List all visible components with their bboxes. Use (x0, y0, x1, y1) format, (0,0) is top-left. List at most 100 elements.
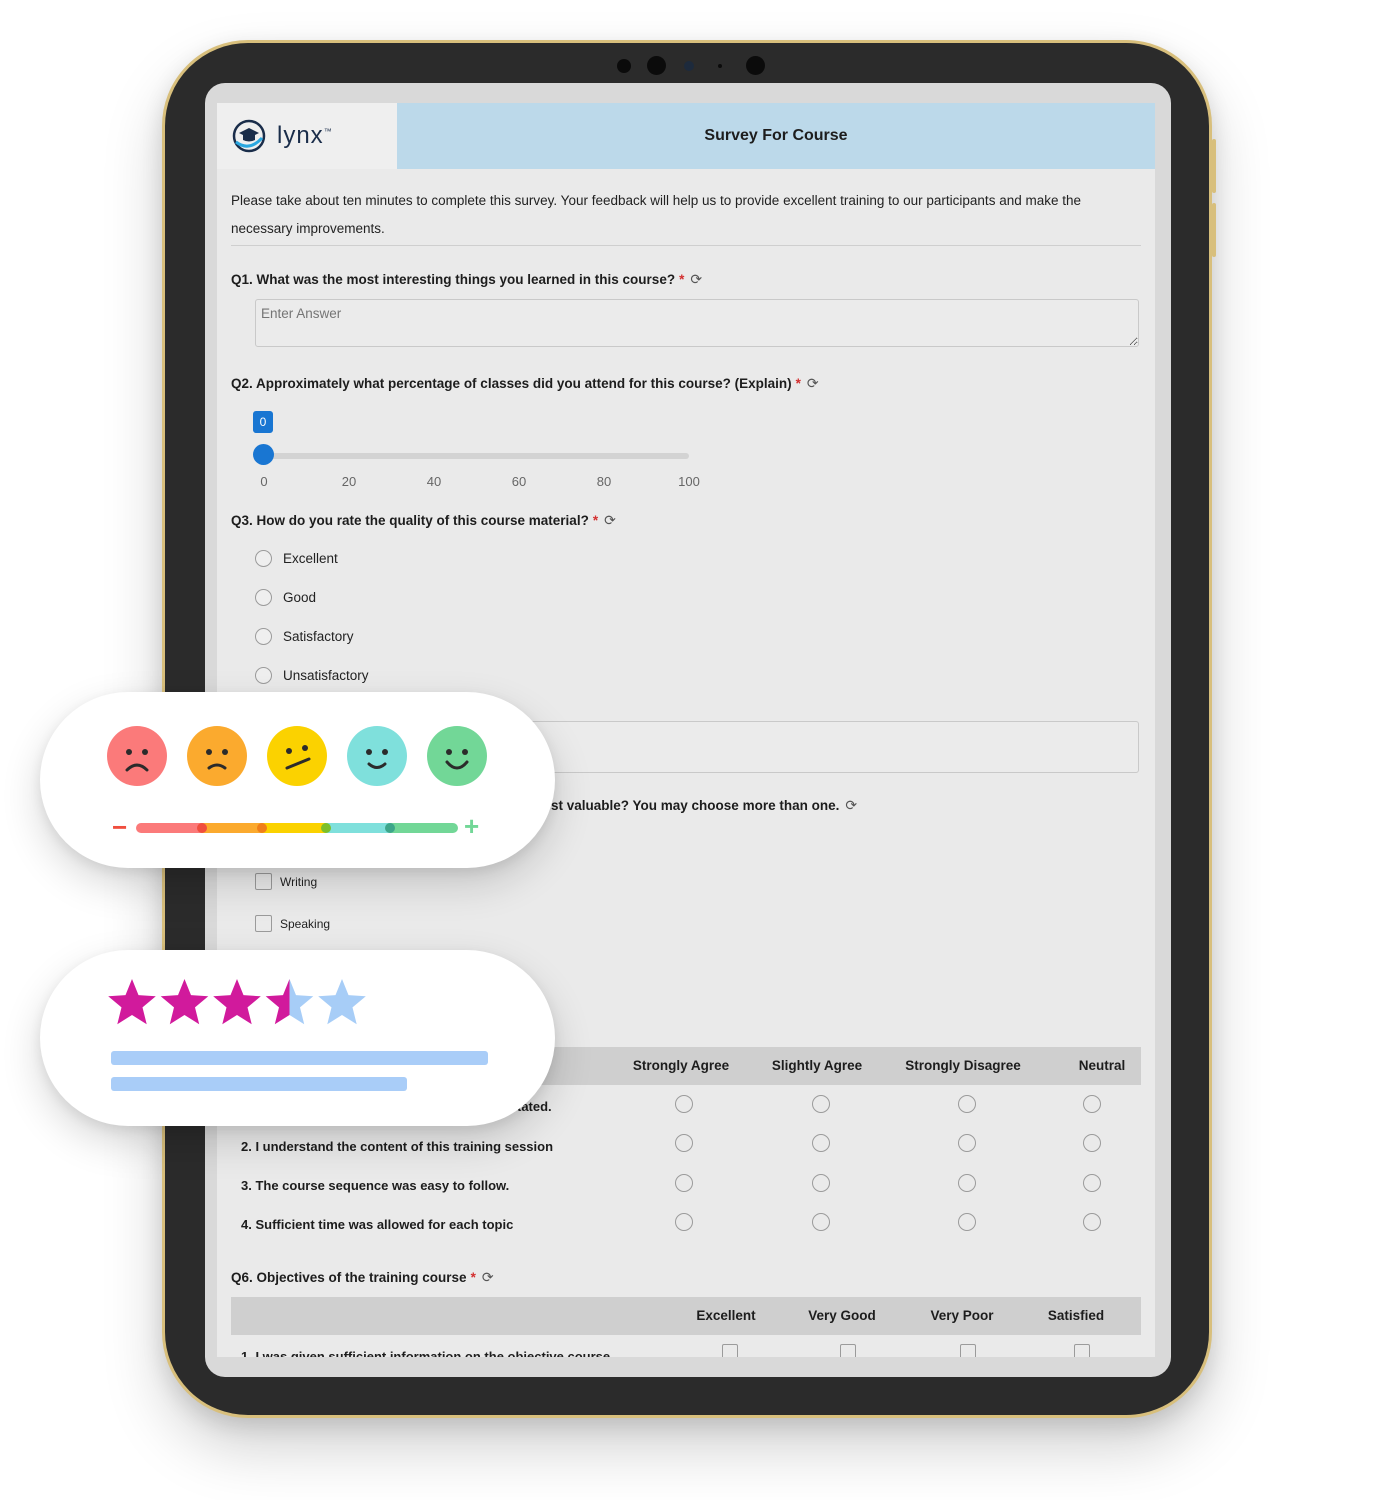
q4-option[interactable]: Speaking (255, 915, 330, 932)
slider-tick: 0 (260, 474, 268, 489)
minus-icon: − (112, 812, 128, 842)
table-radio[interactable] (675, 1174, 693, 1192)
table-radio[interactable] (1083, 1134, 1101, 1152)
slider-tick: 60 (511, 474, 527, 489)
option-label: Unsatisfactory (283, 668, 369, 683)
q3-option[interactable]: Excellent (255, 550, 338, 567)
checkbox[interactable] (255, 915, 272, 932)
q6-table-header: Excellent Very Good Very Poor Satisfied (231, 1297, 1141, 1335)
required-mark: * (679, 272, 685, 287)
volume-button (1212, 139, 1216, 193)
radio-button[interactable] (255, 628, 272, 645)
camera-lens (746, 56, 765, 75)
refresh-icon[interactable]: ⟳ (482, 1269, 494, 1286)
column-header: Strongly Disagree (905, 1058, 1021, 1073)
slider-tick: 40 (426, 474, 442, 489)
q4-option[interactable]: Writing (255, 873, 317, 890)
table-radio[interactable] (812, 1213, 830, 1231)
volume-button (1212, 203, 1216, 257)
option-label: Excellent (283, 551, 338, 566)
table-checkbox[interactable] (840, 1344, 856, 1357)
scale-marker (385, 823, 395, 833)
radio-button[interactable] (255, 550, 272, 567)
table-radio[interactable] (1083, 1213, 1101, 1231)
q6-label: Q6. Objectives of the training course * ⟳ (231, 1269, 494, 1286)
q4-label: st valuable? You may choose more than on… (551, 797, 857, 814)
table-radio[interactable] (812, 1095, 830, 1113)
text-placeholder-line (111, 1077, 407, 1091)
table-checkbox[interactable] (960, 1344, 976, 1357)
sad-face-icon[interactable] (187, 726, 247, 786)
radio-button[interactable] (255, 667, 272, 684)
refresh-icon[interactable]: ⟳ (604, 512, 616, 529)
slider-track[interactable] (263, 453, 689, 459)
refresh-icon[interactable]: ⟳ (690, 271, 702, 288)
q3-option[interactable]: Unsatisfactory (255, 667, 369, 684)
very-happy-face-icon[interactable] (427, 726, 487, 786)
table-radio[interactable] (1083, 1174, 1101, 1192)
q6-text: Q6. Objectives of the training course (231, 1270, 467, 1285)
q3-option[interactable]: Satisfactory (255, 628, 354, 645)
table-radio[interactable] (675, 1134, 693, 1152)
column-header: Strongly Agree (632, 1058, 730, 1073)
q1-text: Q1. What was the most interesting things… (231, 272, 676, 287)
star-icon[interactable] (213, 979, 261, 1025)
logo: lynx™ (217, 103, 397, 169)
checkbox[interactable] (255, 873, 272, 890)
table-checkbox[interactable] (1074, 1344, 1090, 1357)
divider (231, 245, 1141, 246)
slider-tick: 80 (596, 474, 612, 489)
table-radio[interactable] (958, 1134, 976, 1152)
header-title-bar: Survey For Course (397, 103, 1155, 169)
slider-value-bubble: 0 (253, 411, 273, 433)
text-placeholder-line (111, 1051, 488, 1065)
scale-marker (257, 823, 267, 833)
plus-icon: + (464, 811, 480, 841)
happy-face-icon[interactable] (347, 726, 407, 786)
q1-label: Q1. What was the most interesting things… (231, 271, 702, 288)
very-sad-face-icon[interactable] (107, 726, 167, 786)
table-radio[interactable] (1083, 1095, 1101, 1113)
option-label: Satisfactory (283, 629, 354, 644)
table-row-label: 4. Sufficient time was allowed for each … (241, 1217, 514, 1232)
column-header: Slightly Agree (771, 1058, 863, 1073)
star-rating[interactable] (106, 978, 376, 1030)
scale-segment (390, 823, 458, 833)
radio-button[interactable] (255, 589, 272, 606)
scale-marker (321, 823, 331, 833)
table-row-label: 3. The course sequence was easy to follo… (241, 1178, 510, 1193)
star-icon[interactable] (160, 979, 209, 1025)
table-radio[interactable] (812, 1174, 830, 1192)
table-checkbox[interactable] (722, 1344, 738, 1357)
table-row-label: 1. I was given sufficient information on… (241, 1349, 611, 1357)
slider-thumb[interactable] (253, 444, 274, 465)
required-mark: * (795, 376, 801, 391)
scale-segment (326, 823, 390, 833)
table-radio[interactable] (675, 1095, 693, 1113)
option-label: Good (283, 590, 317, 605)
refresh-icon[interactable]: ⟳ (845, 797, 857, 814)
column-header: Excellent (696, 1308, 756, 1323)
scale-segment (262, 823, 326, 833)
emoji-rating-card: − + (40, 692, 555, 868)
star-icon[interactable] (318, 979, 366, 1025)
q3-label: Q3. How do you rate the quality of this … (231, 512, 616, 529)
column-header: Neutral (1078, 1058, 1126, 1073)
q1-answer-input[interactable] (255, 299, 1139, 347)
neutral-face-icon[interactable] (267, 726, 327, 786)
star-icon[interactable] (265, 979, 314, 1025)
option-label: Writing (280, 874, 318, 889)
column-header: Satisfied (1047, 1308, 1105, 1323)
refresh-icon[interactable]: ⟳ (807, 375, 819, 392)
logo-trademark: ™ (323, 127, 333, 136)
table-radio[interactable] (958, 1095, 976, 1113)
table-row-label: 2. I understand the content of this trai… (241, 1139, 554, 1154)
table-radio[interactable] (958, 1174, 976, 1192)
star-icon[interactable] (108, 979, 156, 1025)
table-radio[interactable] (675, 1213, 693, 1231)
table-radio[interactable] (812, 1134, 830, 1152)
slider-tick: 100 (678, 474, 700, 489)
table-radio[interactable] (958, 1213, 976, 1231)
q3-option[interactable]: Good (255, 589, 316, 606)
camera-lens (647, 56, 666, 75)
